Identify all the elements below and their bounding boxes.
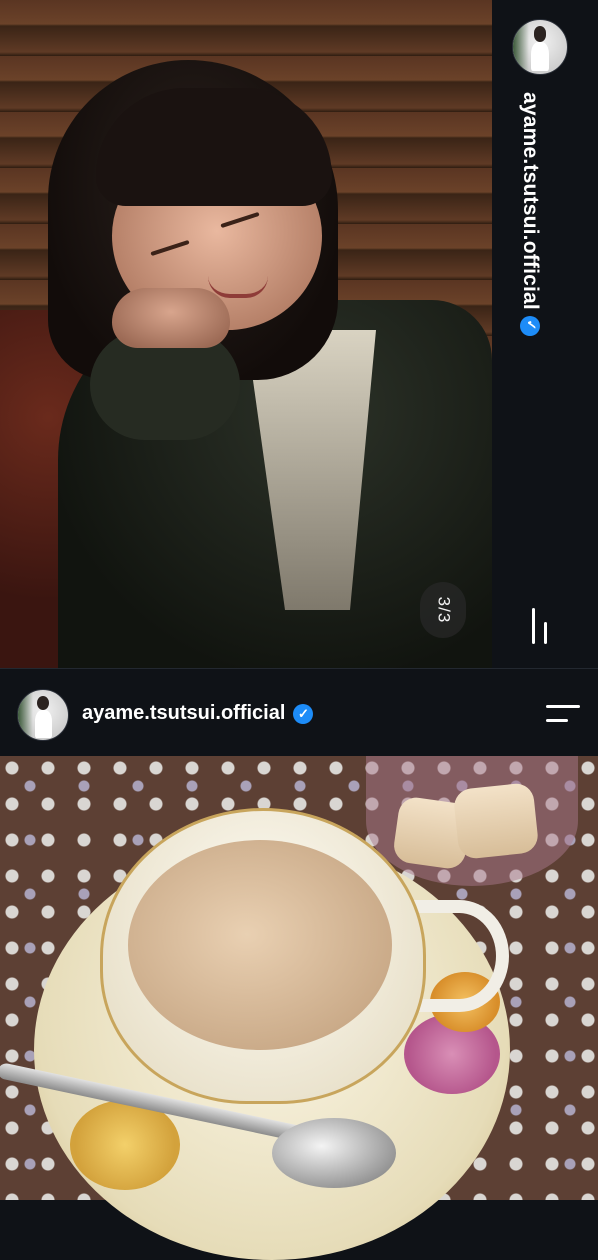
verified-badge-icon: ✓ bbox=[293, 703, 314, 724]
coffee bbox=[128, 840, 392, 1050]
photo-counter-text: 3/3 bbox=[433, 596, 453, 624]
avatar-plant bbox=[513, 20, 530, 74]
verified-badge-icon: ✓ bbox=[520, 315, 540, 336]
avatar-plant bbox=[18, 690, 33, 740]
menu-line bbox=[546, 719, 568, 722]
avatar-body bbox=[530, 41, 550, 72]
menu-icon[interactable] bbox=[530, 608, 552, 644]
spoon-bowl bbox=[272, 1118, 396, 1188]
top-post: 3/3 ayame.tsutsui.official ✓ bbox=[0, 0, 598, 668]
username[interactable]: ayame.tsutsui.official ✓ bbox=[82, 702, 314, 725]
post-header: ayame.tsutsui.official ✓ bbox=[0, 668, 598, 757]
username-vertical[interactable]: ayame.tsutsui.official ✓ bbox=[518, 92, 542, 336]
avatar-hair bbox=[37, 696, 49, 710]
menu-line bbox=[532, 608, 535, 644]
sugar-cube bbox=[452, 782, 540, 860]
avatar-hair bbox=[533, 26, 547, 42]
menu-line bbox=[544, 622, 547, 644]
profile-avatar[interactable] bbox=[512, 19, 568, 75]
side-bar bbox=[492, 0, 598, 668]
avatar-body bbox=[34, 710, 52, 738]
post-photo[interactable]: 3/3 bbox=[0, 0, 492, 668]
username-text[interactable]: ayame.tsutsui.official bbox=[82, 702, 285, 725]
profile-avatar[interactable] bbox=[17, 689, 69, 741]
photo-hand bbox=[112, 288, 230, 348]
photo-bangs bbox=[96, 88, 332, 206]
username-text[interactable]: ayame.tsutsui.official bbox=[518, 92, 542, 310]
photo-counter: 3/3 bbox=[420, 582, 466, 638]
menu-icon[interactable] bbox=[546, 703, 580, 725]
saucer-flower bbox=[70, 1100, 180, 1190]
menu-line bbox=[546, 705, 580, 708]
